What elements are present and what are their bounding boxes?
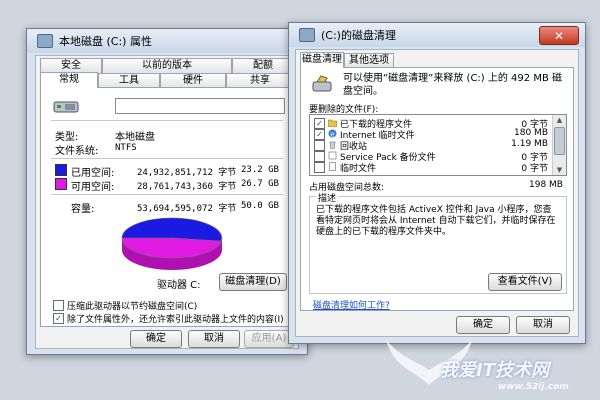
tab-disk-cleanup[interactable]: 磁盘清理 bbox=[300, 52, 344, 68]
drive-label: 驱动器 C: bbox=[157, 280, 201, 291]
fs-value: NTFS bbox=[115, 143, 137, 153]
cancel-button[interactable]: 取消 bbox=[188, 330, 240, 348]
cleanup-client: 磁盘清理 其他选项 可以使用“磁盘清理”来释放 (C:) 上的 492 MB 磁… bbox=[295, 49, 579, 337]
free-size: 26.7 GB bbox=[241, 179, 279, 189]
type-label: 类型: bbox=[55, 132, 79, 143]
cleanup-panel: 可以使用“磁盘清理”来释放 (C:) 上的 492 MB 磁盘空间。 要删除的文… bbox=[300, 67, 574, 311]
used-color-swatch bbox=[55, 164, 67, 176]
description-group: 描述 已下载的程序文件包括 ActiveX 控件和 Java 小程序，您查看特定… bbox=[309, 191, 567, 294]
recycle-bin-icon bbox=[329, 141, 336, 149]
file-name: 临时文件 bbox=[340, 164, 377, 174]
ie-icon: e bbox=[328, 129, 337, 138]
divider bbox=[51, 120, 283, 121]
divider bbox=[51, 194, 283, 195]
fs-label: 文件系统: bbox=[55, 146, 99, 157]
cleanup-drive-icon bbox=[312, 75, 332, 92]
svg-text:e: e bbox=[330, 130, 334, 138]
drive-icon bbox=[37, 34, 53, 48]
list-item[interactable]: 回收站 1.19 MB bbox=[310, 139, 552, 152]
properties-window: 本地磁盘 (C:) 属性 安全 以前的版本 配额 常规 工具 硬件 共享 类型:… bbox=[26, 28, 308, 355]
file-size: 1.19 MB bbox=[511, 139, 548, 149]
tab-previous-versions[interactable]: 以前的版本 bbox=[102, 58, 232, 73]
description-label: 描述 bbox=[316, 191, 339, 204]
used-bytes: 24,932,851,712 字节 bbox=[137, 168, 237, 178]
disk-cleanup-button[interactable]: 磁盘清理(D) bbox=[219, 273, 287, 291]
type-value: 本地磁盘 bbox=[115, 132, 155, 143]
scroll-up-icon[interactable]: ▲ bbox=[553, 115, 566, 125]
tab-sharing[interactable]: 共享 bbox=[226, 73, 294, 88]
total-value: 198 MB bbox=[529, 180, 563, 190]
disk-usage-pie bbox=[121, 217, 223, 270]
general-panel: 类型: 本地磁盘 文件系统: NTFS 已用空间: 24,932,851,712… bbox=[40, 87, 294, 327]
properties-titlebar[interactable]: 本地磁盘 (C:) 属性 bbox=[27, 29, 307, 53]
cleanup-icon bbox=[299, 28, 315, 42]
files-scrollbar[interactable]: ▲ ▼ bbox=[552, 115, 566, 175]
close-icon[interactable]: ✕ bbox=[539, 26, 579, 45]
index-label: 除了文件属性外，还允许索引此驱动器上文件的内容(I) bbox=[67, 315, 284, 325]
tab-quota[interactable]: 配额 bbox=[232, 58, 294, 73]
volume-name-input[interactable] bbox=[115, 98, 285, 114]
file-size: 180 MB bbox=[514, 128, 548, 138]
capacity-bytes: 53,694,595,072 字节 bbox=[137, 204, 237, 214]
folder-icon bbox=[328, 119, 337, 127]
index-checkbox[interactable]: ✓ bbox=[53, 313, 64, 324]
cleanup-intro: 可以使用“磁盘清理”来释放 (C:) 上的 492 MB 磁盘空间。 bbox=[343, 73, 562, 97]
watermark-url: www.52ij.com bbox=[498, 382, 569, 392]
properties-client: 安全 以前的版本 配额 常规 工具 硬件 共享 类型: 本地磁盘 文件系统: N… bbox=[35, 55, 299, 349]
divider bbox=[51, 158, 283, 159]
compress-checkbox[interactable] bbox=[53, 300, 64, 311]
used-size: 23.2 GB bbox=[241, 165, 279, 175]
backup-icon bbox=[328, 151, 337, 160]
free-color-swatch bbox=[55, 178, 67, 190]
list-item[interactable]: ✓ 已下载的程序文件 0 字节 bbox=[310, 117, 552, 130]
cleanup-title: (C:)的磁盘清理 bbox=[321, 29, 396, 42]
list-item[interactable]: 临时文件 0 字节 bbox=[310, 161, 552, 174]
apply-button[interactable]: 应用(A) bbox=[244, 330, 294, 348]
list-item[interactable]: ✓ e Internet 临时文件 180 MB bbox=[310, 128, 552, 141]
view-files-button[interactable]: 查看文件(V) bbox=[488, 273, 562, 291]
properties-title: 本地磁盘 (C:) 属性 bbox=[59, 35, 152, 48]
free-label: 可用空间: bbox=[71, 182, 115, 193]
help-link[interactable]: 磁盘清理如何工作? bbox=[313, 298, 390, 311]
capacity-size: 50.0 GB bbox=[241, 201, 279, 211]
scroll-down-icon[interactable]: ▼ bbox=[553, 165, 566, 175]
file-checkbox[interactable] bbox=[314, 162, 325, 173]
free-bytes: 28,761,743,360 字节 bbox=[137, 182, 237, 192]
tab-tools[interactable]: 工具 bbox=[98, 73, 160, 88]
file-size: 0 字节 bbox=[521, 164, 548, 174]
disk-cleanup-window: (C:)的磁盘清理 ✕ 磁盘清理 其他选项 可以使用“磁盘清理”来释放 (C:)… bbox=[288, 22, 586, 344]
drive-large-icon bbox=[53, 101, 79, 113]
used-label: 已用空间: bbox=[71, 168, 115, 179]
cancel-button[interactable]: 取消 bbox=[516, 316, 570, 334]
description-text: 已下载的程序文件包括 ActiveX 控件和 Java 小程序，您查看特定网页时… bbox=[316, 205, 556, 237]
list-item[interactable]: Service Pack 备份文件 0 字节 bbox=[310, 150, 552, 163]
tab-more-options[interactable]: 其他选项 bbox=[344, 53, 394, 68]
watermark-text: 我爱IT技术网 bbox=[440, 360, 549, 381]
ok-button[interactable]: 确定 bbox=[130, 330, 182, 348]
compress-label: 压缩此驱动器以节约磁盘空间(C) bbox=[67, 302, 198, 312]
capacity-label: 容量: bbox=[71, 204, 95, 215]
tab-hardware[interactable]: 硬件 bbox=[160, 73, 226, 88]
scroll-thumb[interactable] bbox=[554, 127, 565, 155]
tab-security[interactable]: 安全 bbox=[40, 58, 102, 73]
cleanup-titlebar[interactable]: (C:)的磁盘清理 ✕ bbox=[289, 23, 585, 47]
temp-file-icon bbox=[329, 162, 336, 171]
files-list[interactable]: ✓ 已下载的程序文件 0 字节 ✓ e Internet 临时文件 180 MB… bbox=[309, 114, 567, 176]
tab-general[interactable]: 常规 bbox=[40, 72, 98, 88]
